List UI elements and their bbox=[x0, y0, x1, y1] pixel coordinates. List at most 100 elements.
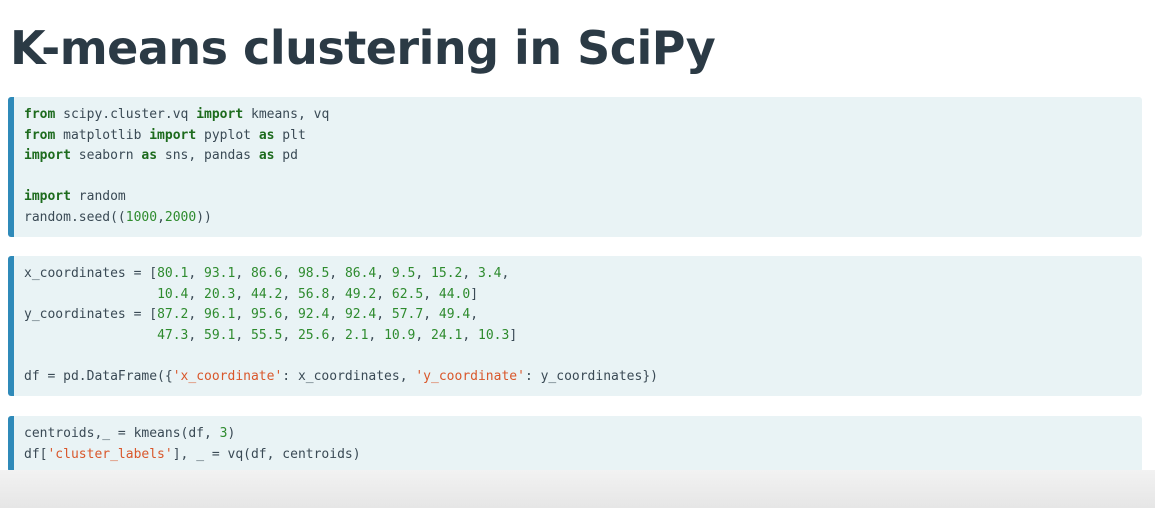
code-line: random.seed((1000,2000)) bbox=[24, 210, 212, 225]
code-token: , bbox=[376, 266, 392, 281]
code-token: 96.1 bbox=[204, 307, 236, 323]
code-line: from matplotlib import pyplot as plt bbox=[24, 128, 306, 143]
code-token: 20.3 bbox=[204, 286, 236, 302]
code-token: import bbox=[24, 148, 71, 164]
code-token: 59.1 bbox=[204, 327, 236, 343]
code-token: , bbox=[188, 307, 205, 323]
code-token: 10.9 bbox=[384, 327, 416, 343]
code-token: import bbox=[149, 127, 197, 143]
code-token: , bbox=[501, 266, 510, 281]
code-line: import seaborn as sns, pandas as pd bbox=[24, 148, 298, 163]
code-token: , bbox=[423, 307, 439, 323]
code-token: kmeans, vq bbox=[243, 107, 330, 122]
code-token: 'y_coordinate' bbox=[415, 368, 525, 384]
code-token: df[ bbox=[24, 446, 48, 462]
code-token: , bbox=[188, 327, 205, 343]
code-token: import bbox=[196, 107, 244, 122]
code-token: , bbox=[282, 327, 298, 343]
code-token: 1000 bbox=[125, 209, 158, 225]
code-token: , bbox=[235, 286, 251, 302]
code-token: pd bbox=[274, 148, 298, 164]
code-cell-data: x_coordinates = [80.1, 93.1, 86.6, 98.5,… bbox=[8, 256, 1142, 396]
code-token: , bbox=[235, 307, 251, 323]
code-line: from scipy.cluster.vq import kmeans, vq bbox=[24, 107, 329, 122]
code-token: , bbox=[462, 327, 479, 343]
code-line: 10.4, 20.3, 44.2, 56.8, 49.2, 62.5, 44.0… bbox=[24, 287, 478, 302]
code-token: 55.5 bbox=[251, 327, 283, 343]
code-token: , bbox=[329, 327, 345, 343]
code-token: 10.4 bbox=[157, 286, 189, 302]
code-token: , bbox=[157, 209, 165, 225]
code-token: ] bbox=[509, 327, 518, 343]
code-token: 10.3 bbox=[478, 327, 510, 343]
code-token: matplotlib bbox=[55, 127, 150, 143]
code-token: , bbox=[329, 307, 345, 323]
code-token: , bbox=[376, 307, 392, 323]
code-token: 3.4 bbox=[478, 266, 502, 281]
code-token: , bbox=[415, 327, 432, 343]
code-token: 95.6 bbox=[251, 307, 283, 323]
code-line: df['cluster_labels'], _ = vq(df, centroi… bbox=[24, 447, 361, 462]
code-line: import random bbox=[24, 189, 126, 204]
code-token: )) bbox=[196, 209, 212, 225]
code-token: , bbox=[329, 286, 345, 302]
code-token: 44.2 bbox=[251, 286, 283, 302]
code-token: 86.4 bbox=[344, 266, 377, 281]
code-token: : x_coordinates, bbox=[282, 368, 416, 384]
code-token: , bbox=[188, 286, 205, 302]
code-token: 15.2 bbox=[431, 266, 463, 281]
code-token: , bbox=[282, 266, 298, 281]
code-token: 92.4 bbox=[344, 307, 377, 323]
code-token: 'cluster_labels' bbox=[47, 446, 173, 462]
code-token: ], _ = vq(df, centroids) bbox=[172, 446, 361, 462]
code-token: 3 bbox=[219, 426, 228, 441]
code-token: , bbox=[462, 266, 479, 281]
code-token: 2000 bbox=[164, 209, 197, 225]
code-token: 47.3 bbox=[157, 327, 189, 343]
code-token: as bbox=[258, 148, 275, 164]
code-token: , bbox=[423, 286, 439, 302]
code-token: , bbox=[282, 286, 298, 302]
code-token: , bbox=[376, 286, 392, 302]
code-block: centroids,_ = kmeans(df, 3) df['cluster_… bbox=[24, 424, 1142, 465]
code-token: , bbox=[415, 266, 432, 281]
code-token: 80.1 bbox=[157, 266, 189, 281]
code-token: 93.1 bbox=[204, 266, 236, 281]
code-token: 86.6 bbox=[251, 266, 283, 281]
code-token: seaborn bbox=[70, 148, 142, 164]
code-token: 44.0 bbox=[438, 286, 471, 302]
code-token: df = pd.DataFrame({ bbox=[24, 368, 173, 384]
code-token: 98.5 bbox=[297, 266, 330, 281]
code-token: from bbox=[24, 127, 56, 143]
code-token: , bbox=[470, 307, 479, 323]
code-token: ] bbox=[470, 286, 479, 302]
code-cell-kmeans: centroids,_ = kmeans(df, 3) df['cluster_… bbox=[8, 416, 1142, 472]
code-token: , bbox=[235, 327, 251, 343]
code-token: 9.5 bbox=[391, 266, 416, 281]
code-token: x_coordinates = [ bbox=[24, 266, 158, 281]
code-cell-imports: from scipy.cluster.vq import kmeans, vq … bbox=[8, 97, 1142, 237]
code-line: centroids,_ = kmeans(df, 3) bbox=[24, 426, 235, 441]
code-token: import bbox=[24, 189, 71, 205]
bottom-bar bbox=[0, 470, 1155, 508]
code-token: 56.8 bbox=[297, 286, 330, 302]
code-token: centroids,_ = kmeans(df, bbox=[24, 426, 220, 441]
code-token: 92.4 bbox=[297, 307, 330, 323]
code-line: df = pd.DataFrame({'x_coordinate': x_coo… bbox=[24, 369, 658, 384]
code-token: as bbox=[258, 127, 275, 143]
code-token: pyplot bbox=[196, 127, 259, 143]
code-token: sns, pandas bbox=[157, 148, 259, 164]
code-line: 47.3, 59.1, 55.5, 25.6, 2.1, 10.9, 24.1,… bbox=[24, 328, 517, 343]
code-token: : y_coordinates}) bbox=[524, 368, 658, 384]
code-token: 49.2 bbox=[344, 286, 377, 302]
code-token: 'x_coordinate' bbox=[172, 368, 283, 384]
code-token: random.seed(( bbox=[24, 209, 126, 225]
code-token: 24.1 bbox=[431, 327, 463, 343]
code-token: plt bbox=[274, 127, 306, 143]
code-token: from bbox=[24, 107, 56, 122]
code-block: from scipy.cluster.vq import kmeans, vq … bbox=[24, 105, 1142, 229]
code-token: 2.1 bbox=[344, 327, 369, 343]
code-line: x_coordinates = [80.1, 93.1, 86.6, 98.5,… bbox=[24, 266, 509, 281]
